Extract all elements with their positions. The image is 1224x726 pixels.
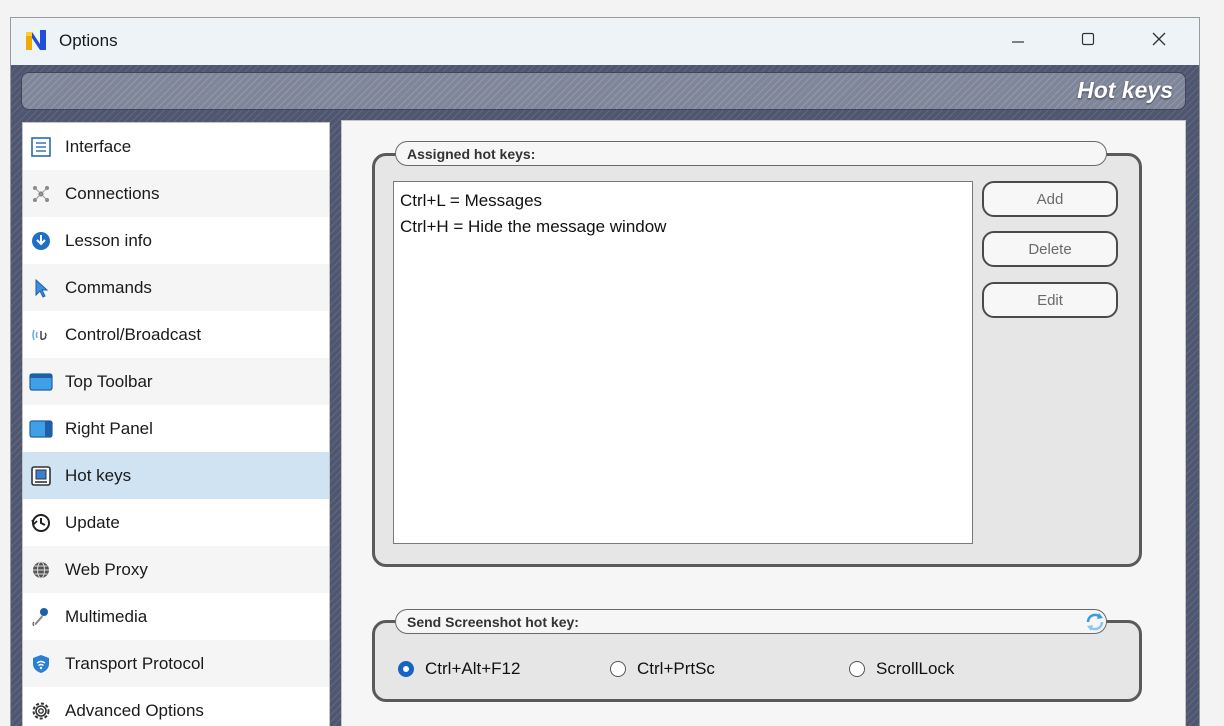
sidebar-item-advanced-options[interactable]: Advanced Options	[23, 687, 329, 726]
title-bar[interactable]: Options	[11, 18, 1199, 65]
refresh-icon[interactable]	[1084, 611, 1106, 633]
radio-label: Ctrl+Alt+F12	[425, 659, 521, 678]
sidebar-item-hot-keys[interactable]: Hot keys	[23, 452, 329, 499]
close-icon	[1152, 32, 1166, 51]
radio-label: Ctrl+PrtSc	[637, 659, 715, 678]
netop-logo-icon	[23, 28, 49, 52]
radio-ctrl-prtsc[interactable]: Ctrl+PrtSc	[610, 659, 715, 679]
section-title: Hot keys	[1077, 77, 1173, 103]
sidebar-item-transport-protocol[interactable]: Transport Protocol	[23, 640, 329, 687]
radio-button[interactable]	[849, 661, 865, 677]
sidebar-item-commands[interactable]: Commands	[23, 264, 329, 311]
sidebar-item-connections[interactable]: Connections	[23, 170, 329, 217]
options-sidebar: Interface Connections Lesson info Comman…	[22, 122, 330, 726]
top-toolbar-icon	[29, 370, 53, 394]
assigned-hot-keys-label: Assigned hot keys:	[395, 141, 1107, 166]
sidebar-item-web-proxy[interactable]: Web Proxy	[23, 546, 329, 593]
delete-button[interactable]: Delete	[982, 231, 1118, 267]
hot-keys-list[interactable]: Ctrl+L = Messages Ctrl+H = Hide the mess…	[393, 181, 973, 544]
list-item[interactable]: Ctrl+L = Messages	[400, 188, 966, 214]
sidebar-item-label: Hot keys	[65, 465, 132, 485]
download-icon	[29, 229, 53, 253]
sidebar-item-label: Interface	[65, 136, 132, 156]
minimize-icon	[1011, 32, 1025, 51]
sidebar-item-label: Connections	[65, 183, 160, 203]
sidebar-item-label: Advanced Options	[65, 700, 204, 720]
sidebar-item-label: Multimedia	[65, 606, 148, 626]
connections-icon	[29, 182, 53, 206]
maximize-icon	[1081, 32, 1095, 51]
sidebar-item-label: Right Panel	[65, 418, 153, 438]
shield-icon	[29, 652, 53, 676]
sidebar-item-label: Update	[65, 512, 120, 532]
sidebar-item-control-broadcast[interactable]: Control/Broadcast	[23, 311, 329, 358]
globe-icon	[29, 558, 53, 582]
sidebar-item-top-toolbar[interactable]: Top Toolbar	[23, 358, 329, 405]
section-header-bar: Hot keys	[21, 72, 1186, 110]
radio-button-checked[interactable]	[398, 661, 414, 677]
radio-label: ScrollLock	[876, 659, 955, 678]
sidebar-item-label: Lesson info	[65, 230, 152, 250]
microphone-icon	[29, 605, 53, 629]
update-icon	[29, 511, 53, 535]
gear-icon	[29, 699, 53, 723]
edit-button[interactable]: Edit	[982, 282, 1118, 318]
add-button[interactable]: Add	[982, 181, 1118, 217]
maximize-button[interactable]	[1058, 18, 1118, 65]
radio-button[interactable]	[610, 661, 626, 677]
broadcast-icon	[29, 323, 53, 347]
options-window: Options Hot keys Interface Connections L…	[10, 17, 1200, 726]
close-button[interactable]	[1129, 18, 1189, 65]
sidebar-item-interface[interactable]: Interface	[23, 123, 329, 170]
sidebar-item-lesson-info[interactable]: Lesson info	[23, 217, 329, 264]
right-panel-icon	[29, 417, 53, 441]
sidebar-item-label: Transport Protocol	[65, 653, 205, 673]
send-screenshot-label: Send Screenshot hot key:	[395, 609, 1107, 634]
minimize-button[interactable]	[988, 18, 1048, 65]
hot-keys-panel: Assigned hot keys: Ctrl+L = Messages Ctr…	[341, 120, 1186, 726]
sidebar-item-label: Top Toolbar	[65, 371, 153, 391]
window-title: Options	[59, 31, 118, 50]
sidebar-item-right-panel[interactable]: Right Panel	[23, 405, 329, 452]
interface-icon	[29, 135, 53, 159]
hotkeys-icon	[29, 464, 53, 488]
dialog-frame: Hot keys Interface Connections Lesson in…	[11, 65, 1199, 726]
sidebar-item-update[interactable]: Update	[23, 499, 329, 546]
sidebar-item-label: Web Proxy	[65, 559, 148, 579]
sidebar-item-multimedia[interactable]: Multimedia	[23, 593, 329, 640]
radio-ctrl-alt-f12[interactable]: Ctrl+Alt+F12	[398, 659, 520, 679]
list-item[interactable]: Ctrl+H = Hide the message window	[400, 214, 966, 240]
sidebar-item-label: Control/Broadcast	[65, 324, 202, 344]
radio-scrolllock[interactable]: ScrollLock	[849, 659, 954, 679]
cursor-icon	[29, 276, 53, 300]
sidebar-item-label: Commands	[65, 277, 152, 297]
